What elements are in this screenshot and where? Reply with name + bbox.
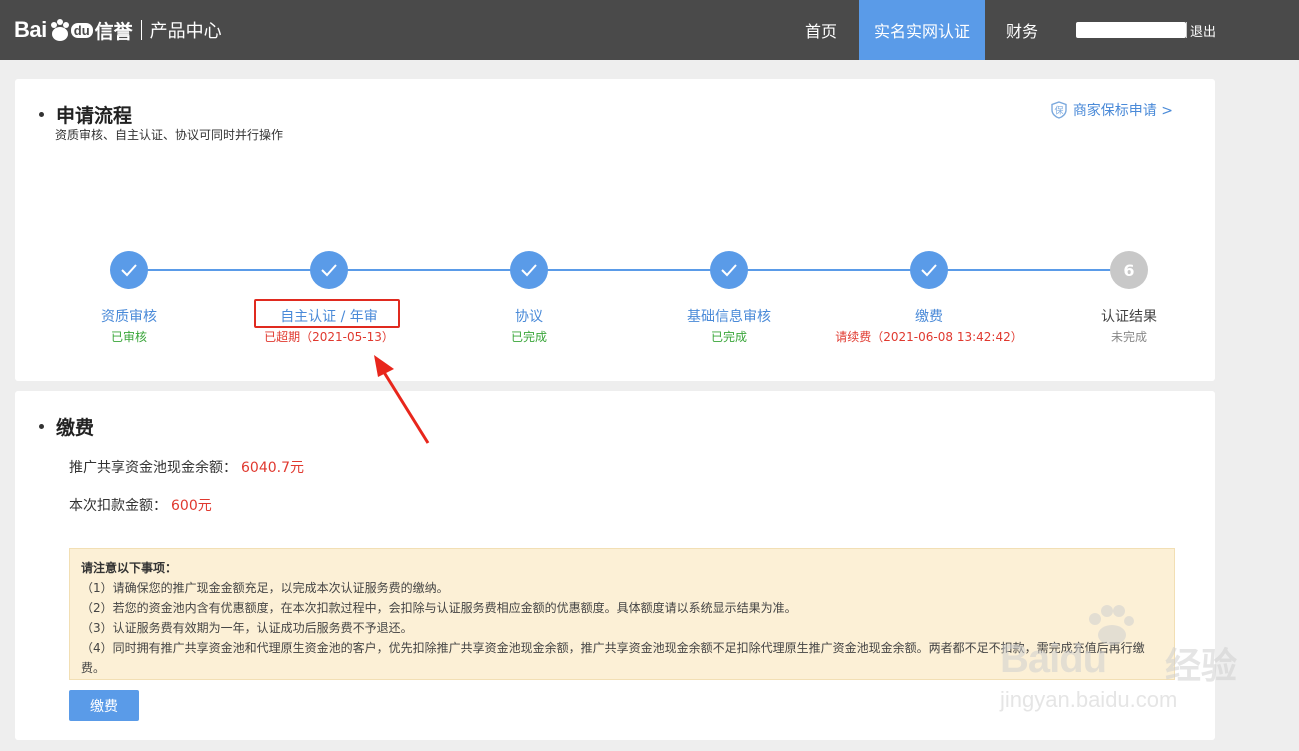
deduct-value: 600元 (171, 498, 212, 514)
step-1-done-check-icon (110, 251, 148, 289)
top-nav-bar: Bai du 信誉 产品中心 首页 实名实网认证 财务 退出 (0, 0, 1299, 60)
svg-text:保: 保 (1054, 105, 1063, 117)
step-5-done-check-icon (910, 251, 948, 289)
product-center-title: 产品中心 (149, 21, 222, 42)
progress-line (129, 269, 1129, 271)
bullet-icon (39, 112, 44, 117)
step-6-name: 认证结果 (1101, 309, 1157, 325)
payment-section-title: 缴费 (39, 413, 94, 440)
step-6-number-badge: 6 (1110, 251, 1148, 289)
watermark-suffix: 经验 (1165, 646, 1238, 687)
watermark-url: jingyan.baidu.com (1000, 687, 1178, 712)
notice-title: 请注意以下事项： (81, 561, 178, 575)
annotation-arrow-icon (374, 355, 430, 444)
balance-label: 推广共享资金池现金余额： (69, 460, 237, 476)
deduct-row: 本次扣款金额： 600元 (69, 495, 212, 515)
baidu-jingyan-watermark: Baidu 经验 jingyan.baidu.com (990, 605, 1250, 725)
balance-value: 6040.7元 (241, 460, 304, 476)
step-3-done-check-icon (510, 251, 548, 289)
deduct-label: 本次扣款金额： (69, 498, 167, 514)
username-redacted (1076, 22, 1186, 38)
logo-xinyu-text: 信誉 (94, 20, 133, 43)
step-4-done-check-icon (710, 251, 748, 289)
logo-bai-text: Bai (14, 17, 47, 42)
bullet-icon (39, 424, 44, 429)
step-2-done-check-icon (310, 251, 348, 289)
merchant-guarantee-link[interactable]: 保 商家保标申请 > (1051, 100, 1173, 120)
step-6-status: 未完成 (1110, 330, 1147, 344)
annotation-highlight-box (254, 299, 400, 328)
logo-divider (140, 20, 142, 40)
notice-item: （1）请确保您的推广现金金额充足，以完成本次认证服务费的缴纳。 (81, 581, 449, 595)
process-title-text: 申请流程 (56, 105, 133, 127)
shield-icon: 保 (1051, 101, 1067, 119)
process-section-title: 申请流程 (39, 101, 132, 128)
logo-du-text: du (70, 22, 93, 38)
payment-title-text: 缴费 (56, 417, 95, 439)
paw-icon (48, 18, 72, 42)
nav-home[interactable]: 首页 (791, 0, 851, 60)
user-divider (1186, 22, 1187, 38)
process-subtitle: 资质审核、自主认证、协议可同时并行操作 (55, 128, 284, 142)
nav-real-name-verification[interactable]: 实名实网认证 (859, 0, 985, 60)
baidu-xinyu-logo[interactable]: Bai du 信誉 产品中心 (14, 12, 222, 48)
nav-finance[interactable]: 财务 (992, 0, 1052, 60)
balance-row: 推广共享资金池现金余额： 6040.7元 (69, 457, 304, 477)
watermark-brand: Baidu (1000, 637, 1107, 681)
pay-button[interactable]: 缴费 (69, 690, 139, 721)
application-process-panel: 申请流程 资质审核、自主认证、协议可同时并行操作 保 商家保标申请 > 资质审核… (15, 79, 1215, 381)
guarantee-link-label: 商家保标申请 > (1072, 103, 1173, 119)
logout-link[interactable]: 退出 (1190, 21, 1216, 40)
